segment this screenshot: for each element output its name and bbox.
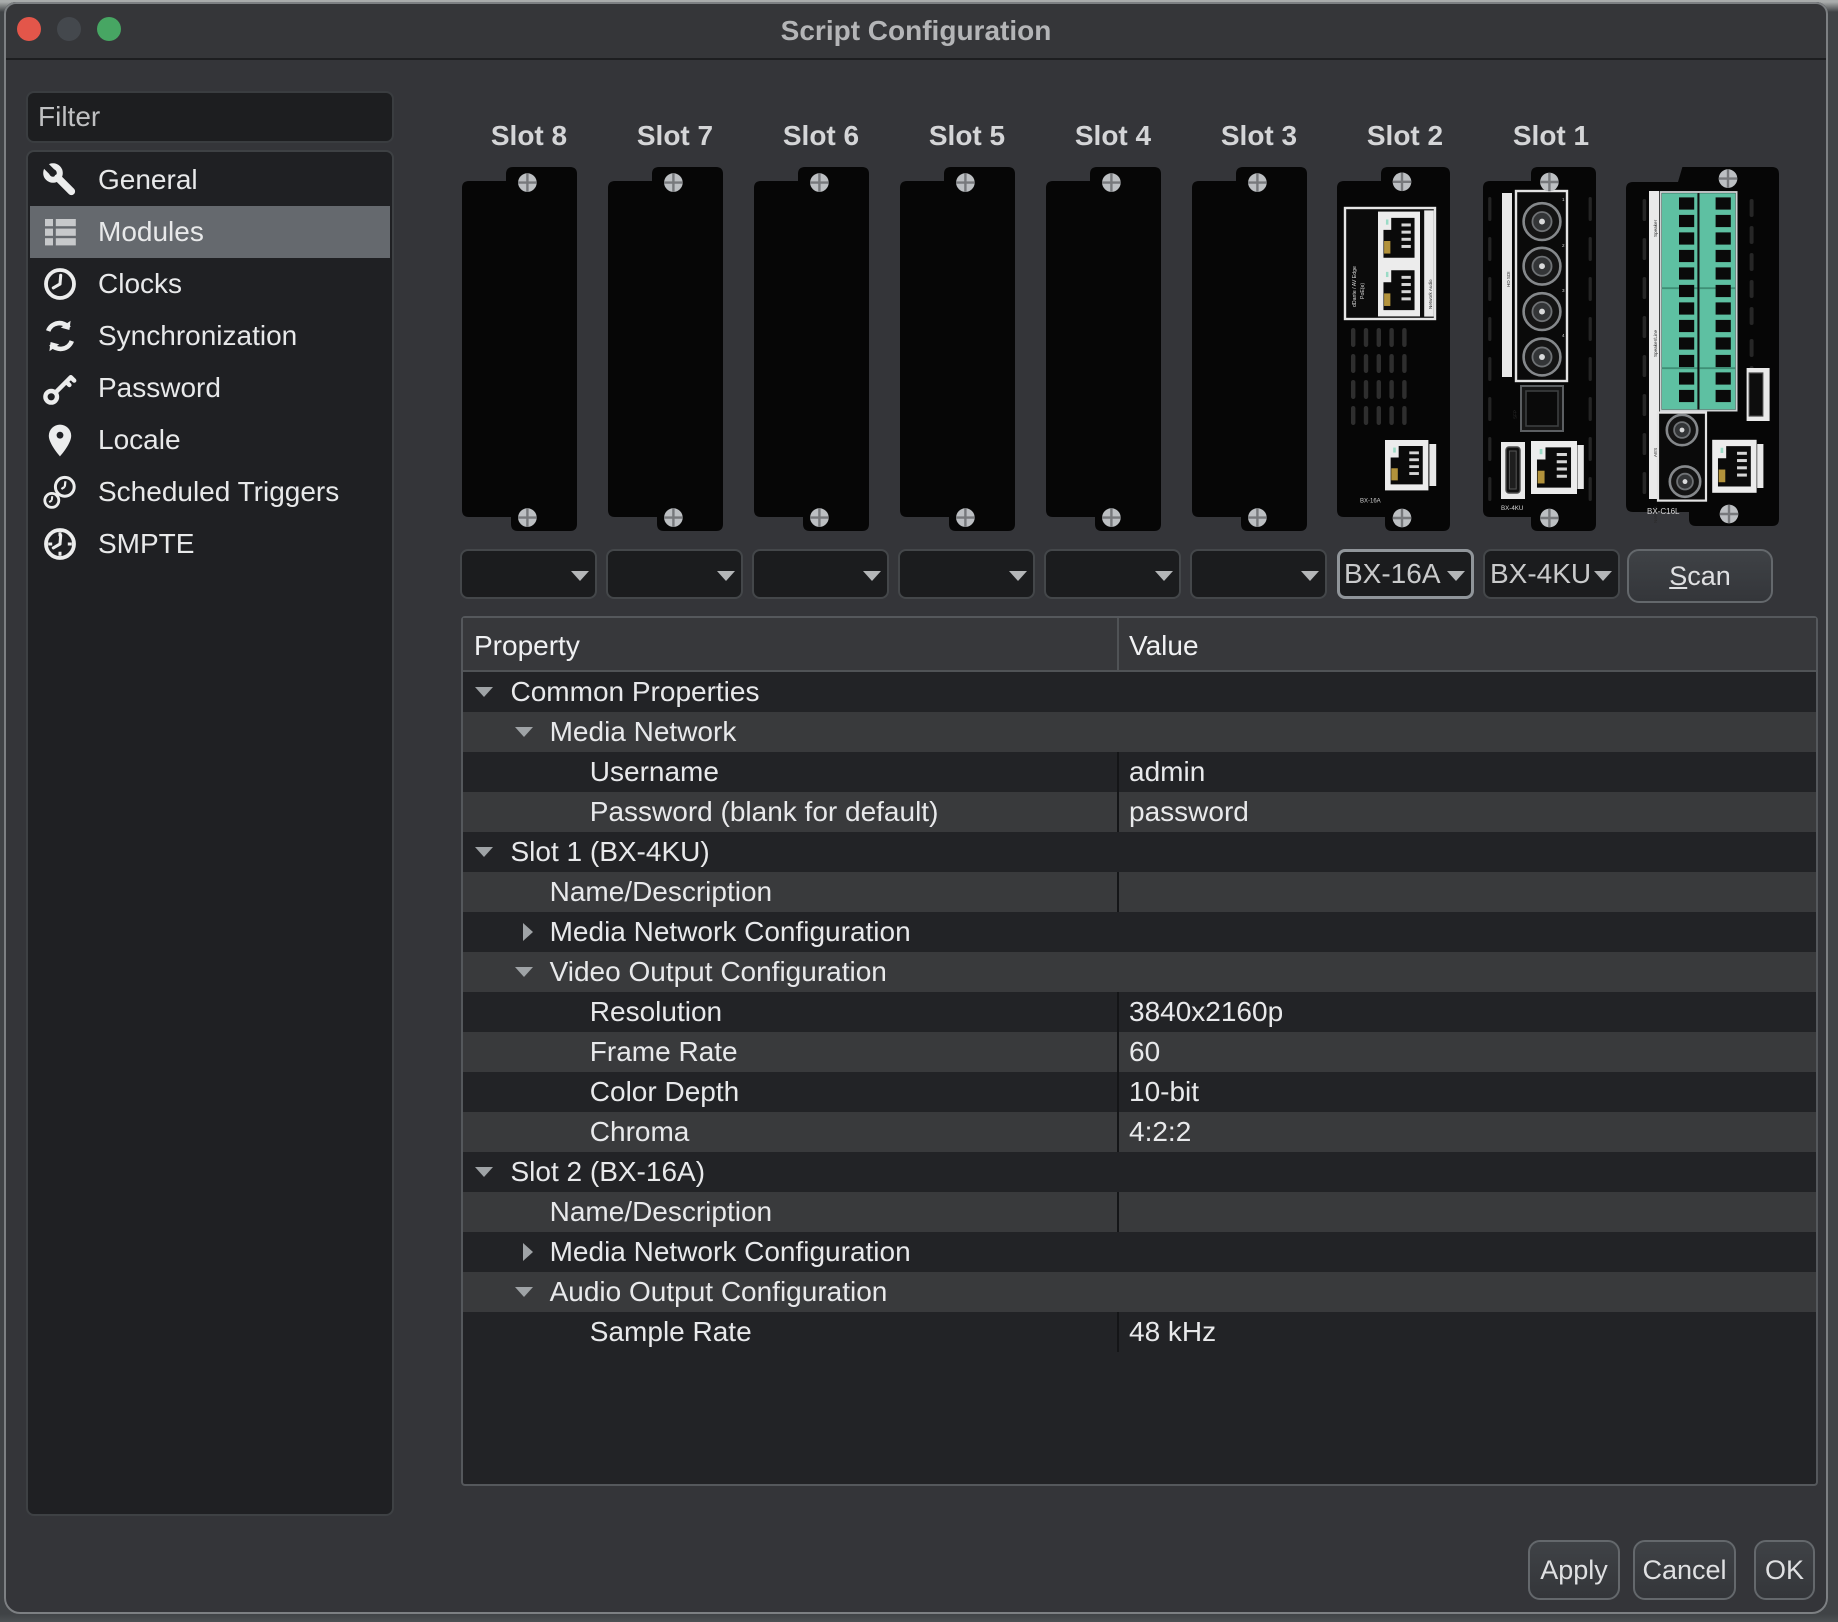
svg-text:BX-4KU: BX-4KU	[1501, 505, 1523, 512]
svg-text:4: 4	[1562, 333, 1565, 338]
svg-text:3: 3	[1562, 288, 1565, 293]
svg-text:dDante / AV Edge: dDante / AV Edge	[1352, 266, 1358, 307]
svg-text:Speaker: Speaker	[1653, 219, 1658, 237]
svg-text:1: 1	[1562, 197, 1565, 202]
svg-text:2: 2	[1562, 243, 1565, 248]
svg-text:Network Audio: Network Audio	[1428, 279, 1433, 309]
svg-text:PoE(e): PoE(e)	[1360, 283, 1366, 299]
svg-text:Speaker/Line: Speaker/Line	[1653, 329, 1658, 357]
svg-text:SFP: SFP	[1513, 410, 1518, 419]
svg-text:HD SDI: HD SDI	[1506, 271, 1511, 287]
svg-text:BX-16A: BX-16A	[1360, 499, 1381, 505]
svg-text:BX-C16L: BX-C16L	[1647, 507, 1680, 516]
